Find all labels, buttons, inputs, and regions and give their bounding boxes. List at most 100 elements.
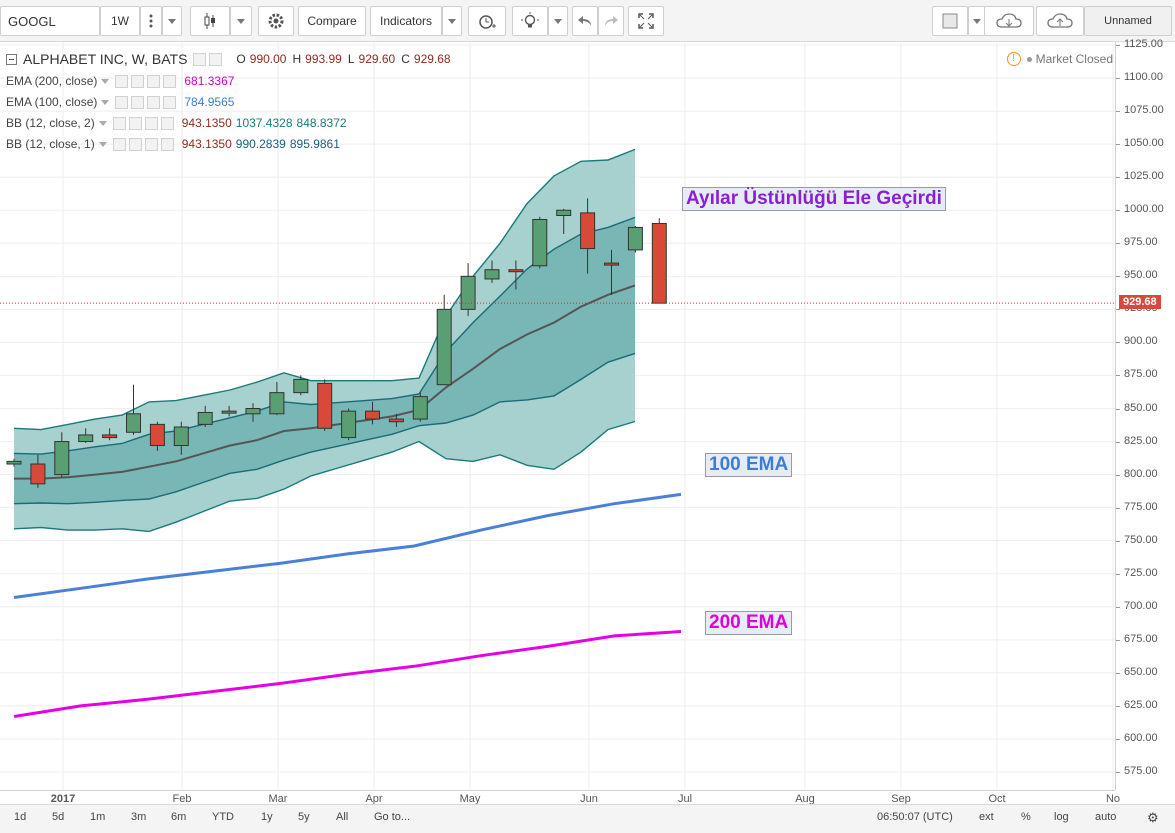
candle-body <box>173 426 189 447</box>
ohlc-open: 990.00 <box>249 52 287 66</box>
price-tick-label: 825.00 <box>1124 434 1158 447</box>
goto-button[interactable]: Go to... <box>374 811 410 823</box>
ohlc-o-label: O <box>236 52 246 66</box>
indicators-dropdown-icon[interactable] <box>442 6 462 36</box>
candle-body <box>651 222 667 304</box>
chart-canvas[interactable] <box>0 42 1115 790</box>
redo-icon[interactable] <box>598 6 624 36</box>
market-status: ! Market Closed <box>1006 52 1113 66</box>
candle-style-icon[interactable] <box>190 6 230 36</box>
candle-body <box>412 396 428 420</box>
symbol-title: ALPHABET INC, W, BATS <box>23 51 188 67</box>
ohlc-high: 993.99 <box>305 52 342 66</box>
legend-controls[interactable] <box>193 52 223 66</box>
indicator-name: EMA (100, close) <box>6 95 98 109</box>
range-1m[interactable]: 1m <box>90 811 105 823</box>
symbol-input[interactable]: GOOGL <box>0 6 100 36</box>
range-1d[interactable]: 1d <box>14 811 26 823</box>
indicator-value: 1037.4328 <box>235 116 293 130</box>
price-tick-label: 650.00 <box>1124 665 1158 678</box>
candle-body <box>317 382 333 429</box>
price-tick-mark <box>1116 639 1120 641</box>
cloud-download-icon[interactable] <box>984 6 1034 36</box>
range-5d[interactable]: 5d <box>52 811 64 823</box>
option-ext[interactable]: ext <box>979 811 994 823</box>
time-axis[interactable]: 2017 Feb Mar Apr May Jun Jul Aug Sep Oct No <box>0 790 1120 805</box>
price-tick-mark <box>1116 177 1120 179</box>
settings-gear-icon[interactable]: ⚙ <box>1147 810 1159 826</box>
interval-dropdown-icon[interactable] <box>162 6 182 36</box>
indicator-controls[interactable] <box>112 137 174 151</box>
option-percent[interactable]: % <box>1021 811 1031 823</box>
candle-body <box>78 434 94 443</box>
candle-body <box>580 212 596 250</box>
fullscreen-icon[interactable] <box>628 6 664 36</box>
indicator-controls[interactable] <box>115 74 177 88</box>
candle-body <box>293 378 309 394</box>
price-axis[interactable]: 1125.00 1100.00 1075.00 1050.00 1025.00 1000.… <box>1115 38 1175 790</box>
indicator-value: 943.1350 <box>181 116 232 130</box>
gear-icon[interactable] <box>258 6 294 36</box>
price-tick-label: 575.00 <box>1124 765 1158 777</box>
indicator-controls[interactable] <box>112 116 174 130</box>
last-price-label: 929.68 <box>1119 295 1161 310</box>
range-3m[interactable]: 3m <box>131 811 146 823</box>
ideas-dropdown-icon[interactable] <box>548 6 568 36</box>
range-6m[interactable]: 6m <box>171 811 186 823</box>
indicator-value: 784.9565 <box>184 95 235 109</box>
price-tick-label: 750.00 <box>1124 533 1158 546</box>
price-tick-mark <box>1116 738 1120 740</box>
square-tool-icon[interactable] <box>932 6 968 36</box>
price-tick-label: 1025.00 <box>1124 170 1164 183</box>
alert-clock-icon[interactable] <box>468 6 506 36</box>
price-tick-mark <box>1116 441 1120 443</box>
undo-icon[interactable] <box>572 6 598 36</box>
option-log[interactable]: log <box>1054 811 1069 823</box>
candle-body <box>30 463 46 485</box>
interval-text: 1W <box>111 14 129 28</box>
price-tick-label: 775.00 <box>1124 500 1158 513</box>
indicator-value: 681.3367 <box>184 74 235 88</box>
compare-button[interactable]: Compare <box>298 6 366 36</box>
layout-name-button[interactable]: Unnamed <box>1084 6 1172 36</box>
range-all[interactable]: All <box>336 811 348 823</box>
more-menu-icon[interactable] <box>140 6 162 36</box>
candle-body <box>102 434 118 439</box>
price-tick-label: 600.00 <box>1124 731 1158 744</box>
lightbulb-icon[interactable] <box>512 6 548 36</box>
indicator-value: 848.8372 <box>296 116 347 130</box>
ohlc-close: 929.68 <box>413 52 451 66</box>
legend-ema200: EMA (200, close) 681.3367 <box>6 72 234 90</box>
style-dropdown-icon[interactable] <box>230 6 252 36</box>
indicator-controls[interactable] <box>115 95 177 109</box>
ohlc-c-label: C <box>401 52 410 66</box>
ohlc-low: 929.60 <box>358 52 396 66</box>
candle-body <box>365 410 380 420</box>
option-auto[interactable]: auto <box>1095 811 1116 823</box>
status-dot-icon <box>1026 56 1032 62</box>
candle-body <box>604 262 619 266</box>
price-tick-label: 900.00 <box>1124 335 1158 348</box>
indicator-value: 895.9861 <box>289 137 340 151</box>
cloud-upload-icon[interactable] <box>1036 6 1084 36</box>
range-ytd[interactable]: YTD <box>212 811 234 823</box>
price-tick-label: 1125.00 <box>1124 38 1163 50</box>
interval-selector[interactable]: 1W <box>100 6 140 36</box>
collapse-icon[interactable] <box>6 53 17 65</box>
annotation-ema100[interactable]: 100 EMA <box>705 453 793 477</box>
indicators-button[interactable]: Indicators <box>370 6 442 36</box>
range-1y[interactable]: 1y <box>261 811 273 823</box>
annotation-bears[interactable]: Ayılar Üstünlüğü Ele Geçirdi <box>682 187 946 211</box>
price-tick-mark <box>1116 705 1120 707</box>
range-5y[interactable]: 5y <box>298 811 310 823</box>
candle-body <box>126 413 141 433</box>
annotation-ema200[interactable]: 200 EMA <box>705 611 793 635</box>
price-tick-label: 1050.00 <box>1124 137 1164 150</box>
candle-body <box>221 410 237 414</box>
ema200-line <box>13 630 682 718</box>
price-tick-mark <box>1116 45 1120 46</box>
price-tick-mark <box>1116 78 1120 80</box>
legend-bb-2: BB (12, close, 2) 943.1350 1037.4328 848… <box>6 114 347 132</box>
chart-pane[interactable]: ALPHABET INC, W, BATS O 990.00 H 993.99 … <box>0 42 1115 790</box>
candle-body <box>149 423 165 447</box>
